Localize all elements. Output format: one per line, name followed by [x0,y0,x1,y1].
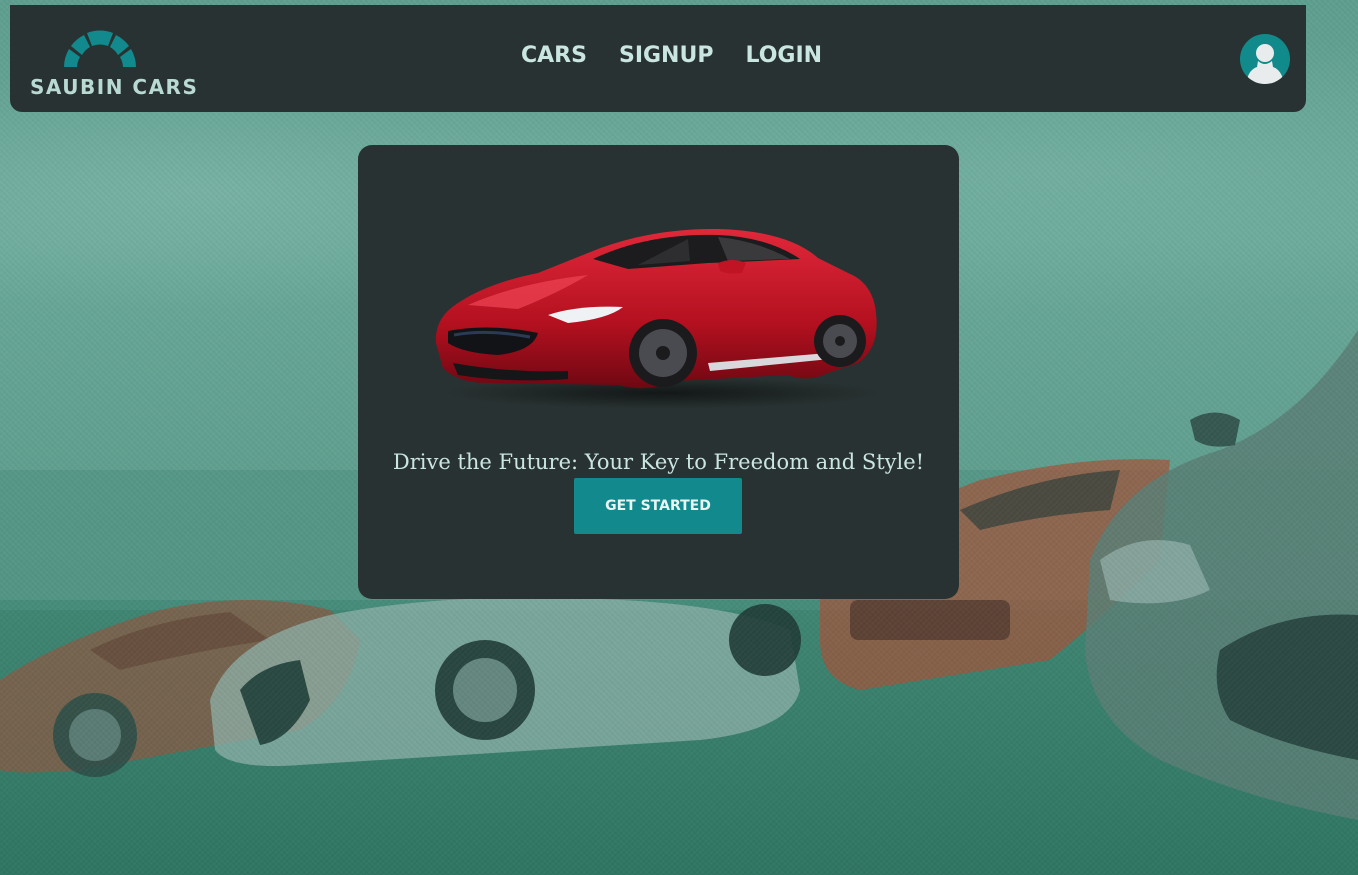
brand-name: SAUBIN CARS [30,75,199,99]
brand-logo[interactable]: SAUBIN CARS [30,19,197,99]
hero-car-image [435,228,883,409]
hero-card: Drive the Future: Your Key to Freedom an… [358,145,959,599]
main-nav: CARS SIGNUP LOGIN [521,43,822,68]
user-avatar-icon [1246,44,1284,84]
nav-item-signup[interactable]: SIGNUP [619,43,714,68]
hero-tagline: Drive the Future: Your Key to Freedom an… [392,450,925,474]
top-navbar: SAUBIN CARS CARS SIGNUP LOGIN [10,5,1306,112]
nav-item-login[interactable]: LOGIN [745,43,822,68]
get-started-button[interactable]: GET STARTED [574,478,742,534]
page: SAUBIN CARS CARS SIGNUP LOGIN Drive the … [0,0,1358,875]
logo-icon [64,30,136,67]
user-avatar[interactable] [1240,34,1290,84]
nav-item-cars[interactable]: CARS [521,43,587,68]
